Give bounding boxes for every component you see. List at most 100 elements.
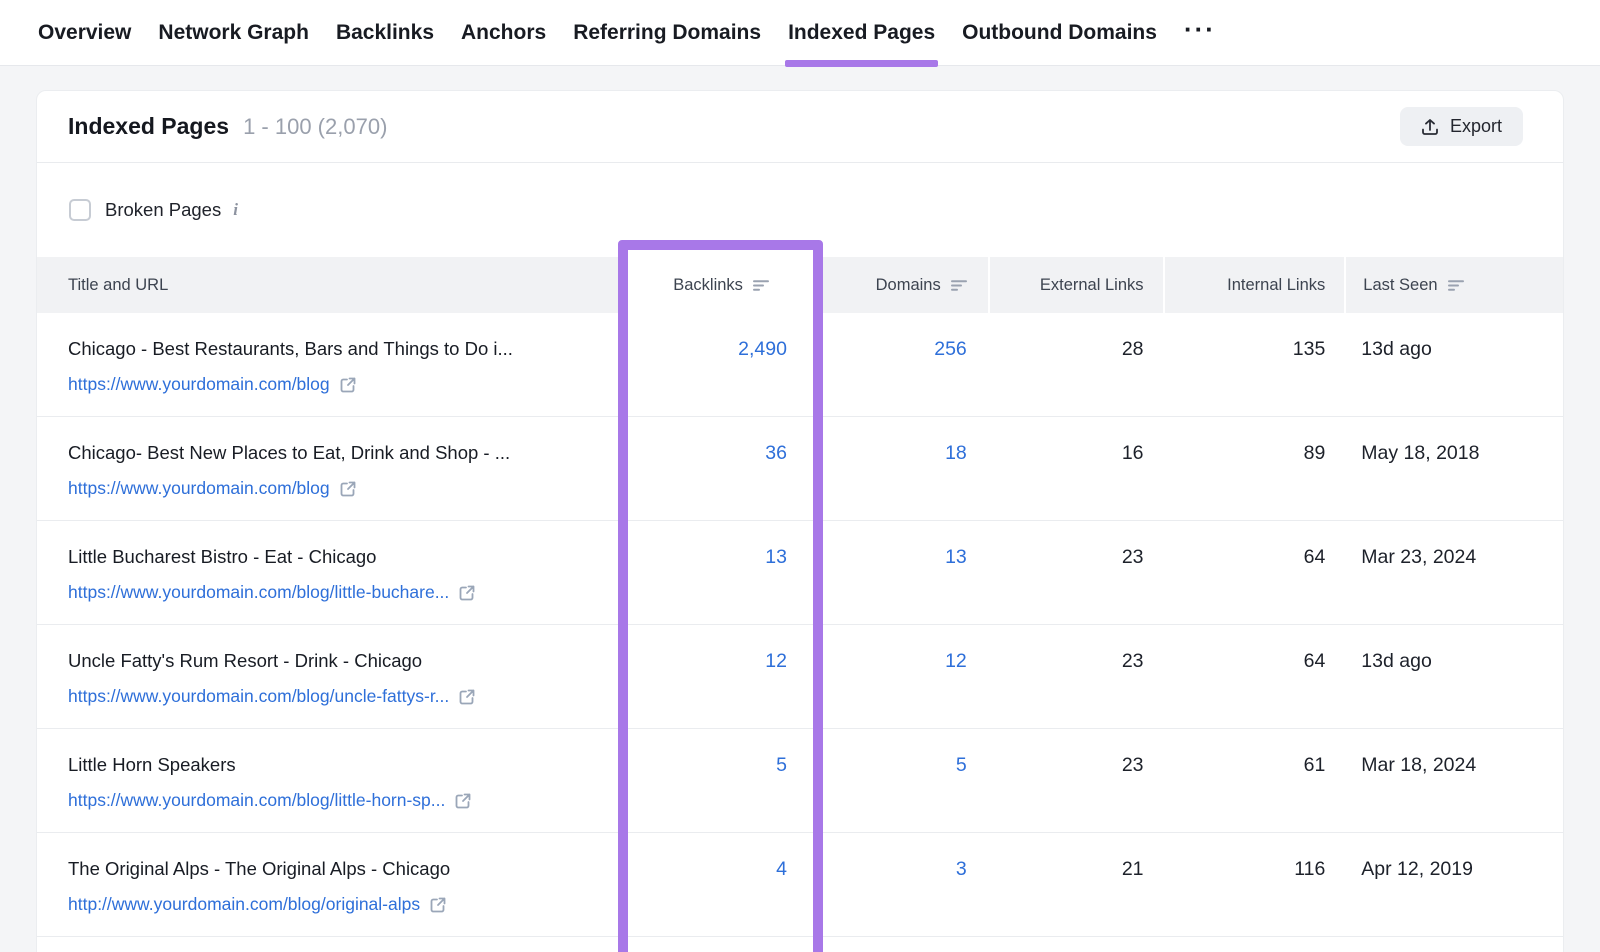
url-line: https://www.yourdomain.com/blog/uncle-fa…	[68, 686, 606, 707]
column-header-internal-links: Internal Links	[1163, 257, 1345, 313]
external-links-value: 21	[988, 833, 1163, 936]
external-link-icon[interactable]	[454, 792, 472, 810]
page-row-title: Chicago- Best New Places to Eat, Drink a…	[68, 441, 606, 465]
export-icon	[1421, 118, 1439, 136]
page-url-link[interactable]: https://www.yourdomain.com/blog	[68, 374, 330, 395]
nav-tab-referring-domains[interactable]: Referring Domains	[573, 0, 761, 66]
column-label: Title and URL	[68, 276, 168, 295]
domains-value[interactable]: 256	[816, 313, 988, 416]
domains-value[interactable]: 5	[816, 729, 988, 832]
broken-pages-label: Broken Pages	[105, 199, 221, 221]
external-links-value: 28	[988, 313, 1163, 416]
title-and-url-cell: Chicago- Best New Places to Eat, Drink a…	[37, 417, 626, 520]
column-header-title-and-url: Title and URL	[37, 257, 626, 313]
page-url-link[interactable]: https://www.yourdomain.com/blog/little-b…	[68, 582, 449, 603]
backlinks-value[interactable]: 5	[626, 729, 816, 832]
column-header-external-links: External Links	[988, 257, 1163, 313]
column-header-domains[interactable]: Domains	[816, 257, 988, 313]
external-links-value: 23	[988, 521, 1163, 624]
page-row-title: Chicago - Best Restaurants, Bars and Thi…	[68, 337, 606, 361]
table-row: Chicago - Best Restaurants, Bars and Thi…	[37, 313, 1563, 417]
sort-icon	[951, 279, 967, 292]
domains-value[interactable]: 18	[816, 417, 988, 520]
internal-links-value: 64	[1163, 625, 1345, 728]
domains-value[interactable]: 3	[816, 833, 988, 936]
nav-tab-anchors[interactable]: Anchors	[461, 0, 546, 66]
table-row: Little Horn Speakers https://www.yourdom…	[37, 729, 1563, 833]
external-link-icon[interactable]	[339, 480, 357, 498]
page-row-title: Little Bucharest Bistro - Eat - Chicago	[68, 545, 606, 569]
title-and-url-cell: Chicago - Best Restaurants, Bars and Thi…	[37, 313, 626, 416]
column-label: Backlinks	[673, 276, 743, 295]
url-line: https://www.yourdomain.com/blog/little-b…	[68, 582, 606, 603]
external-links-value: 23	[988, 729, 1163, 832]
external-link-icon[interactable]	[339, 376, 357, 394]
top-nav-items: Overview Network Graph Backlinks Anchors Ref…	[38, 0, 1157, 65]
card-header: Indexed Pages 1 - 100 (2,070) Export	[37, 91, 1563, 162]
internal-links-value: 64	[1163, 521, 1345, 624]
more-tabs-button[interactable]: ···	[1184, 14, 1216, 51]
internal-links-value: 116	[1163, 833, 1345, 936]
sort-icon	[1448, 279, 1464, 292]
nav-tab-outbound-domains[interactable]: Outbound Domains	[962, 0, 1157, 66]
nav-tab-network-graph[interactable]: Network Graph	[158, 0, 309, 66]
backlinks-value[interactable]: 12	[626, 625, 816, 728]
internal-links-value: 89	[1163, 417, 1345, 520]
page-url-link[interactable]: https://www.yourdomain.com/blog/uncle-fa…	[68, 686, 449, 707]
last-seen-value: Mar 23, 2024	[1344, 521, 1563, 624]
column-label: Internal Links	[1227, 276, 1325, 295]
column-label: Domains	[876, 276, 941, 295]
result-range: 1 - 100 (2,070)	[243, 114, 387, 140]
page-url-link[interactable]: http://www.yourdomain.com/blog/original-…	[68, 894, 420, 915]
sort-icon	[753, 279, 769, 292]
indexed-pages-card: Indexed Pages 1 - 100 (2,070) Export Bro…	[36, 90, 1564, 952]
backlinks-value[interactable]: 4	[626, 833, 816, 936]
external-links-value: 16	[988, 417, 1163, 520]
domains-value[interactable]: 13	[816, 521, 988, 624]
page-url-link[interactable]: https://www.yourdomain.com/blog/little-h…	[68, 790, 445, 811]
title-and-url-cell: Little Bucharest Bistro - Eat - Chicago …	[37, 521, 626, 624]
column-header-last-seen[interactable]: Last Seen	[1344, 257, 1563, 313]
filter-row: Broken Pages i	[37, 163, 1563, 257]
nav-tab-backlinks[interactable]: Backlinks	[336, 0, 434, 66]
external-links-value: 23	[988, 625, 1163, 728]
export-button[interactable]: Export	[1400, 107, 1523, 146]
page-row-title: The Original Alps - The Original Alps - …	[68, 857, 606, 881]
title-and-url-cell: The Original Alps - The Original Alps - …	[37, 833, 626, 936]
column-header-backlinks[interactable]: Backlinks	[626, 257, 816, 313]
url-line: https://www.yourdomain.com/blog	[68, 374, 606, 395]
export-button-label: Export	[1450, 116, 1502, 137]
backlinks-value[interactable]: 13	[626, 521, 816, 624]
table-row: Little Bucharest Bistro - Eat - Chicago …	[37, 521, 1563, 625]
column-label: Last Seen	[1363, 276, 1437, 295]
external-link-icon[interactable]	[458, 584, 476, 602]
table-row: Uncle Fatty's Rum Resort - Drink - Chica…	[37, 625, 1563, 729]
page-url-link[interactable]: https://www.yourdomain.com/blog	[68, 478, 330, 499]
indexed-pages-table-body: Chicago - Best Restaurants, Bars and Thi…	[37, 313, 1563, 937]
info-icon[interactable]: i	[233, 200, 238, 220]
last-seen-value: Mar 18, 2024	[1344, 729, 1563, 832]
table-row: The Original Alps - The Original Alps - …	[37, 833, 1563, 937]
column-label: External Links	[1040, 276, 1144, 295]
external-link-icon[interactable]	[458, 688, 476, 706]
broken-pages-checkbox[interactable]	[69, 199, 91, 221]
url-line: http://www.yourdomain.com/blog/original-…	[68, 894, 606, 915]
backlinks-value[interactable]: 36	[626, 417, 816, 520]
page-row-title: Little Horn Speakers	[68, 753, 606, 777]
url-line: https://www.yourdomain.com/blog/little-h…	[68, 790, 606, 811]
last-seen-value: May 18, 2018	[1344, 417, 1563, 520]
domains-value[interactable]: 12	[816, 625, 988, 728]
last-seen-value: Apr 12, 2019	[1344, 833, 1563, 936]
page-row-title: Uncle Fatty's Rum Resort - Drink - Chica…	[68, 649, 606, 673]
page-title: Indexed Pages	[68, 113, 229, 140]
external-link-icon[interactable]	[429, 896, 447, 914]
last-seen-value: 13d ago	[1344, 313, 1563, 416]
last-seen-value: 13d ago	[1344, 625, 1563, 728]
title-and-url-cell: Little Horn Speakers https://www.yourdom…	[37, 729, 626, 832]
backlinks-value[interactable]: 2,490	[626, 313, 816, 416]
nav-tab-overview[interactable]: Overview	[38, 0, 131, 66]
top-nav: Overview Network Graph Backlinks Anchors Ref…	[0, 0, 1600, 66]
nav-tab-indexed-pages[interactable]: Indexed Pages	[788, 0, 935, 66]
title-and-url-cell: Uncle Fatty's Rum Resort - Drink - Chica…	[37, 625, 626, 728]
active-tab-underline	[785, 60, 938, 67]
